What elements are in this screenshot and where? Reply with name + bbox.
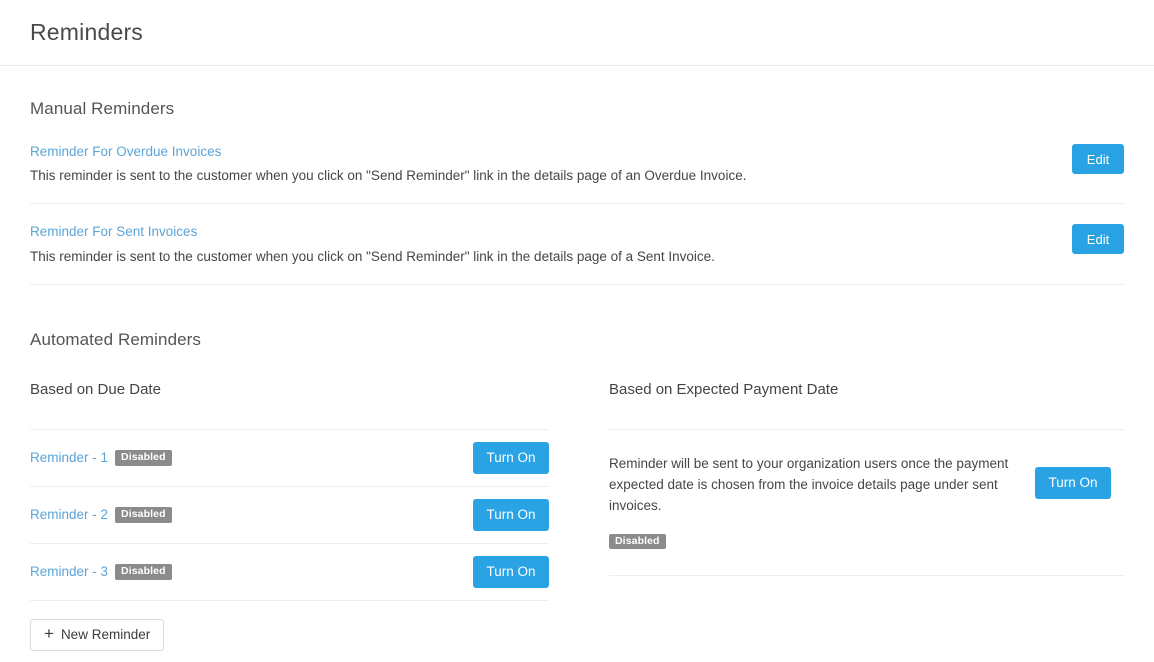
- based-on-expected-payment-date-heading: Based on Expected Payment Date: [609, 380, 839, 398]
- due-date-reminders-list: Reminder - 1 Disabled Turn On Reminder -…: [30, 428, 549, 601]
- edit-button-overdue[interactable]: Edit: [1072, 144, 1124, 174]
- new-reminder-button-label: New Reminder: [60, 627, 151, 643]
- plus-icon: +: [44, 624, 54, 644]
- reminder-row-3: Reminder - 3 Disabled Turn On: [30, 544, 549, 601]
- reminder-label-group-2: Reminder - 2 Disabled: [30, 507, 172, 523]
- reminder-link-3[interactable]: Reminder - 3: [30, 564, 108, 579]
- based-on-due-date-heading: Based on Due Date: [30, 380, 161, 398]
- turn-on-button-1[interactable]: Turn On: [473, 441, 549, 474]
- page-content: Manual Reminders Reminder For Overdue In…: [0, 66, 1154, 651]
- turn-on-button-expected-payment[interactable]: Turn On: [1035, 466, 1111, 499]
- manual-reminders-heading: Manual Reminders: [30, 99, 175, 118]
- new-reminder-wrapper: + New Reminder: [30, 601, 549, 651]
- expected-payment-text-wrapper: Reminder will be sent to your organizati…: [609, 453, 1024, 550]
- manual-reminders-list: Reminder For Overdue Invoices This remin…: [30, 144, 1124, 285]
- manual-reminder-row-overdue: Reminder For Overdue Invoices This remin…: [30, 144, 1124, 205]
- page-title: Reminders: [30, 19, 144, 45]
- expected-payment-button-wrapper: Turn On: [1035, 453, 1124, 499]
- edit-button-sent[interactable]: Edit: [1072, 224, 1124, 255]
- manual-reminder-description-sent: This reminder is sent to the customer wh…: [30, 248, 715, 264]
- expected-payment-panel: Reminder will be sent to your organizati…: [609, 428, 1124, 577]
- manual-reminder-text: Reminder For Sent Invoices This reminder…: [30, 224, 1072, 265]
- manual-reminder-description-overdue: This reminder is sent to the customer wh…: [30, 168, 747, 184]
- reminder-label-group-1: Reminder - 1 Disabled: [30, 450, 172, 466]
- manual-reminder-row-sent: Reminder For Sent Invoices This reminder…: [30, 204, 1124, 285]
- reminder-label-group-3: Reminder - 3 Disabled: [30, 564, 172, 580]
- automated-reminders-columns: Based on Due Date Reminder - 1 Disabled …: [30, 381, 1124, 651]
- reminder-row-2: Reminder - 2 Disabled Turn On: [30, 487, 549, 544]
- page-header: Reminders: [0, 0, 1154, 66]
- status-badge-1: Disabled: [115, 450, 172, 466]
- manual-reminder-link-overdue[interactable]: Reminder For Overdue Invoices: [30, 144, 1072, 160]
- expected-payment-description: Reminder will be sent to your organizati…: [609, 455, 1009, 513]
- based-on-expected-payment-date-column: Based on Expected Payment Date Reminder …: [577, 381, 1124, 651]
- based-on-due-date-column: Based on Due Date Reminder - 1 Disabled …: [30, 381, 577, 651]
- manual-reminder-link-sent[interactable]: Reminder For Sent Invoices: [30, 224, 1072, 240]
- reminder-row-1: Reminder - 1 Disabled Turn On: [30, 430, 549, 487]
- turn-on-button-3[interactable]: Turn On: [473, 555, 549, 588]
- automated-reminders-heading: Automated Reminders: [30, 329, 202, 349]
- reminder-link-2[interactable]: Reminder - 2: [30, 507, 108, 522]
- reminder-link-1[interactable]: Reminder - 1: [30, 450, 108, 465]
- status-badge-2: Disabled: [115, 507, 172, 523]
- new-reminder-button[interactable]: + New Reminder: [30, 618, 165, 651]
- turn-on-button-2[interactable]: Turn On: [473, 498, 549, 531]
- expected-payment-status-badge: Disabled: [609, 533, 666, 550]
- manual-reminder-text: Reminder For Overdue Invoices This remin…: [30, 144, 1072, 185]
- status-badge-3: Disabled: [115, 564, 172, 580]
